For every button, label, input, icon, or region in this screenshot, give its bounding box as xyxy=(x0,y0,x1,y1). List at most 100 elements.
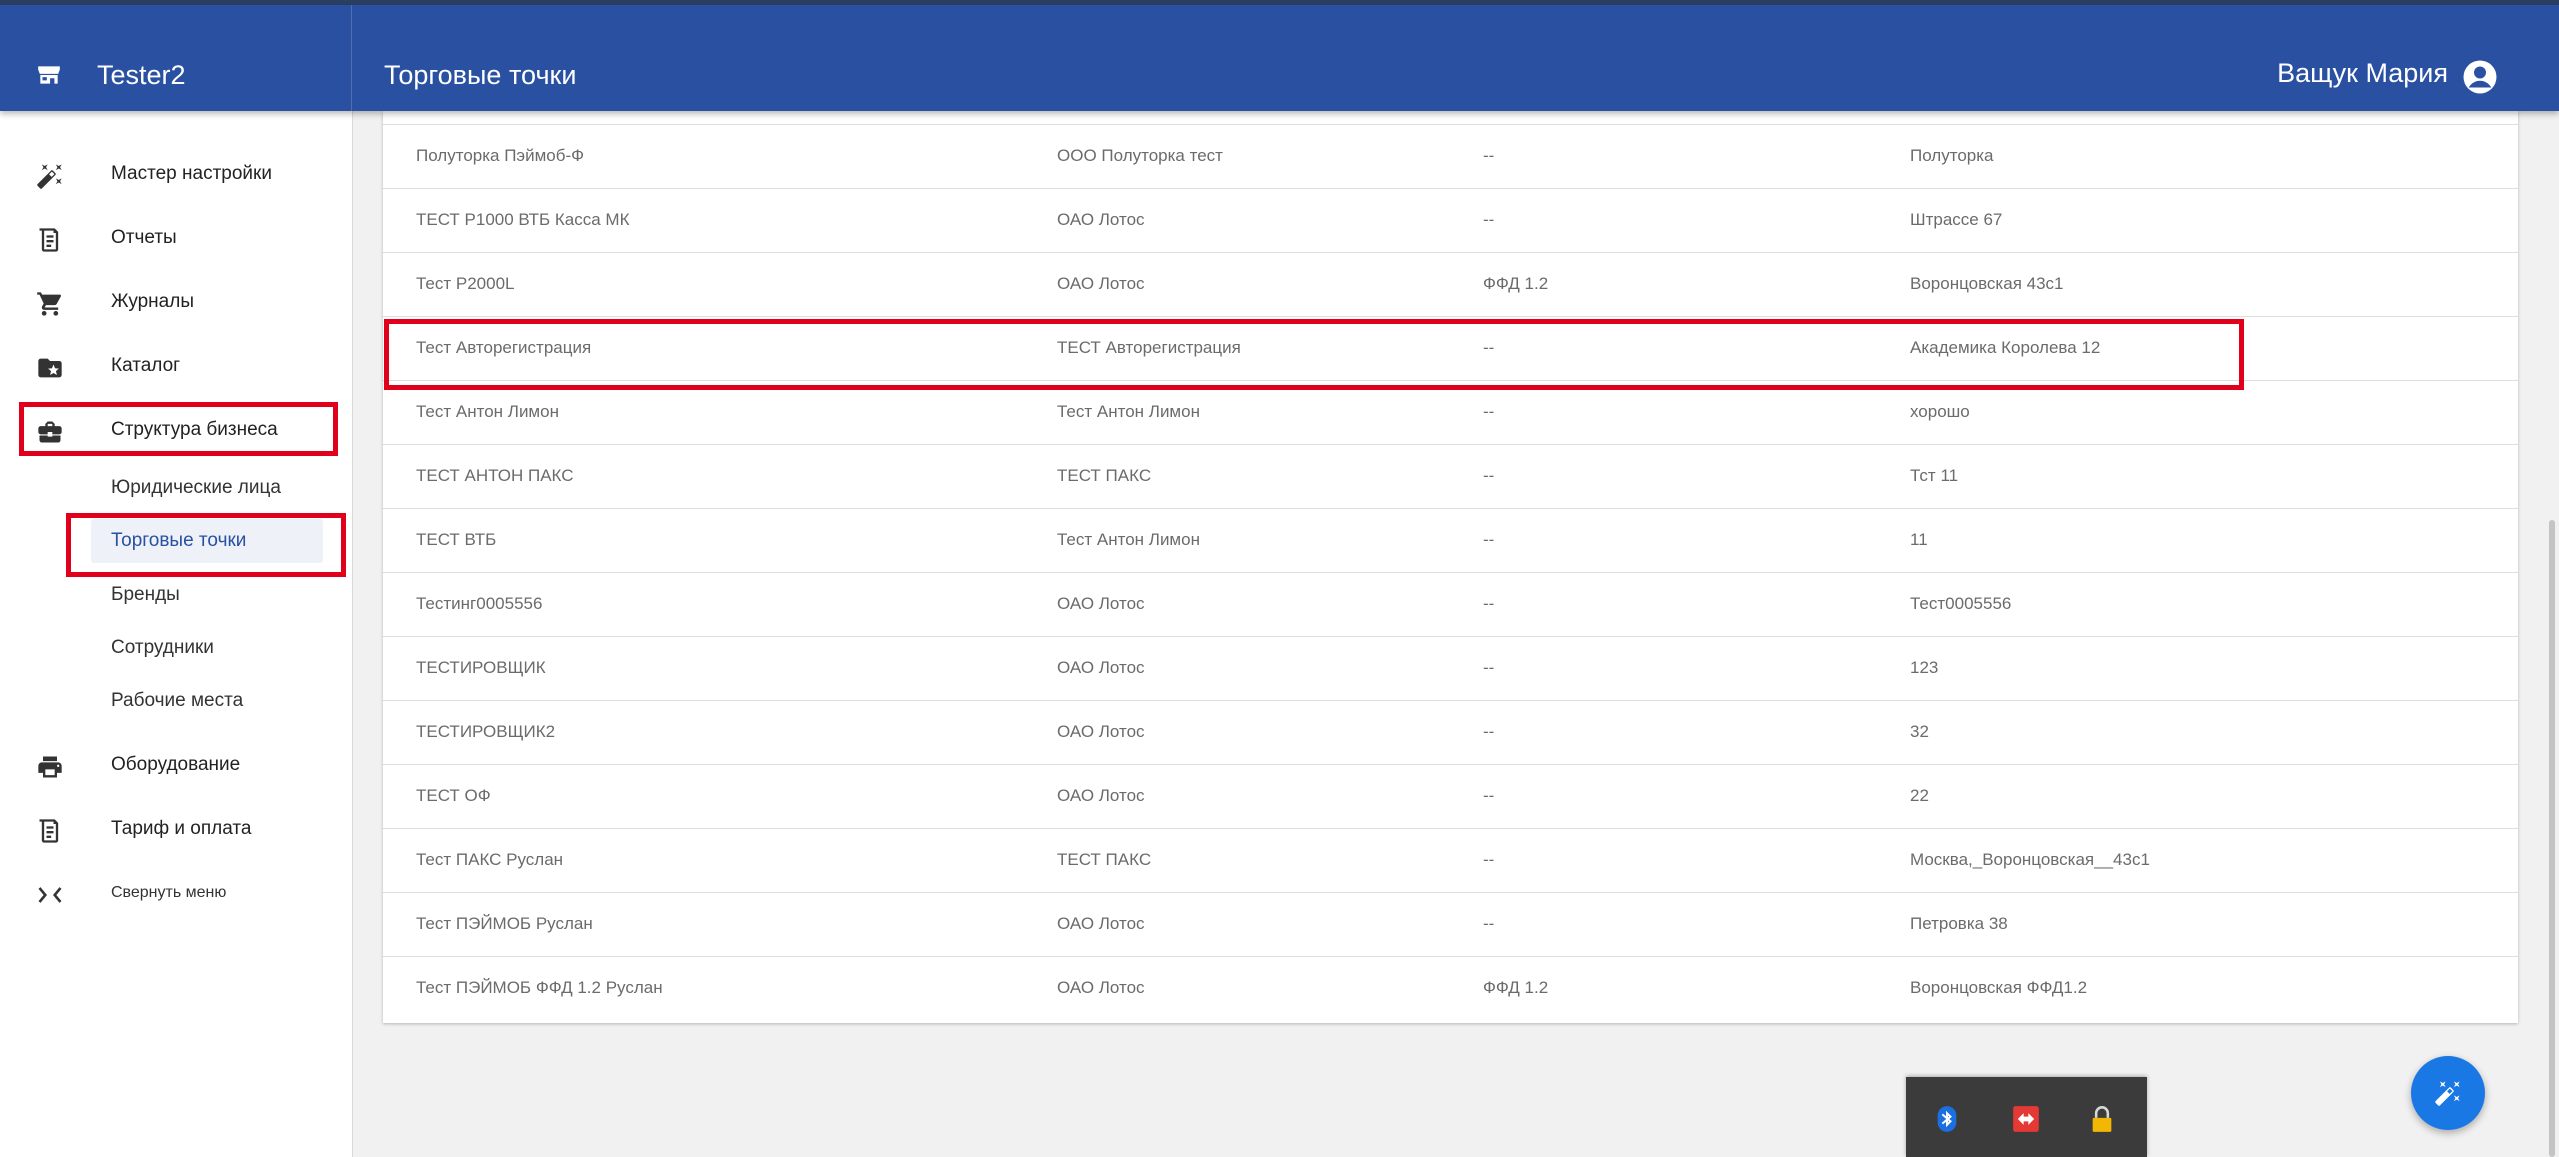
cell-outlet-name: ТЕСТ АНТОН ПАКС xyxy=(416,466,574,485)
cell-outlet-name: ТЕСТ ОФ xyxy=(416,786,491,805)
sidebar-item-label: Каталог xyxy=(111,355,181,376)
cell-ffd: -- xyxy=(1483,722,1495,741)
cell-outlet-name: Тест ПЭЙМОБ ФФД 1.2 Руслан xyxy=(416,978,663,997)
cell-ffd: -- xyxy=(1483,786,1495,805)
table-row[interactable]: ТЕСТ P1000 ВТБ Касса МК ОАО Лотос -- Штр… xyxy=(383,188,2518,253)
cell-address: 22 xyxy=(1910,786,1929,805)
cell-outlet-name: Тест Авторегистрация xyxy=(416,338,592,357)
setup-wizard-fab[interactable] xyxy=(2411,1056,2485,1130)
app-name[interactable]: Tester2 xyxy=(97,60,186,91)
table-row[interactable]: Полуторка Пэймоб-Ф ООО Полуторка тест --… xyxy=(383,124,2518,189)
sidebar-item-label: Свернуть меню xyxy=(111,884,227,901)
sidebar-subitem-legal-entities[interactable]: Юридические лица xyxy=(91,466,323,510)
cell-ffd: -- xyxy=(1483,338,1495,357)
cell-ffd: -- xyxy=(1483,146,1495,165)
user-name[interactable]: Ващук Мария xyxy=(2277,58,2448,89)
sidebar-item-business-structure[interactable]: Структура бизнеса xyxy=(0,405,352,455)
app-bar-brand: Tester2 xyxy=(0,5,352,111)
sidebar-item-label: Оборудование xyxy=(111,754,241,775)
cell-outlet-name: Полуторка Пэймоб-Ф xyxy=(416,146,585,165)
cell-outlet-name: ТЕСТ ВТБ xyxy=(416,530,497,549)
cell-legal-entity: ОАО Лотос xyxy=(1057,210,1145,229)
cell-address: Воронцовская 43с1 xyxy=(1910,274,2064,293)
cell-address: Тст 11 xyxy=(1910,466,1959,485)
table-row[interactable]: Тест ПАКС Руслан ТЕСТ ПАКС -- Москва,_Во… xyxy=(383,828,2518,893)
table-row[interactable]: Тест ПЭЙМОБ ФФД 1.2 Руслан ОАО Лотос ФФД… xyxy=(383,956,2518,1021)
cell-outlet-name: ТЕСТИРОВЩИК2 xyxy=(416,722,556,741)
cell-address: Воронцовская ФФД1.2 xyxy=(1910,978,2088,997)
cell-ffd: -- xyxy=(1483,210,1495,229)
table-row[interactable]: Тест P2000L ОАО Лотос ФФД 1.2 Воронцовск… xyxy=(383,252,2518,317)
lock-icon[interactable] xyxy=(2088,1105,2116,1133)
account-circle-icon[interactable] xyxy=(2462,59,2498,95)
page-title: Торговые точки xyxy=(384,60,577,90)
store-icon xyxy=(38,66,60,84)
cell-legal-entity: ТЕСТ Авторегистрация xyxy=(1057,338,1241,357)
sidebar-item-label: Мастер настройки xyxy=(111,163,272,184)
app-bar: Tester2 Торговые точки Ващук Мария xyxy=(0,5,2559,111)
cell-ffd: -- xyxy=(1483,530,1495,549)
sidebar-item-journals[interactable]: Журналы xyxy=(0,277,352,327)
cell-ffd: -- xyxy=(1483,402,1495,421)
table-row[interactable]: ТЕСТИРОВЩИК2 ОАО Лотос -- 32 xyxy=(383,700,2518,765)
cell-legal-entity: ООО Полуторка тест xyxy=(1057,146,1223,165)
cell-address: хорошо xyxy=(1910,402,1970,421)
cell-legal-entity: Тест Антон Лимон xyxy=(1057,402,1200,421)
cart-icon xyxy=(37,292,62,316)
sidebar-subitem-workplaces[interactable]: Рабочие места xyxy=(91,679,323,723)
sidebar-subitem-label: Рабочие места xyxy=(111,690,244,711)
sidebar-collapse-menu[interactable]: Свернуть меню xyxy=(0,868,352,918)
cell-ffd: -- xyxy=(1483,466,1495,485)
sidebar-subitem-brands[interactable]: Бренды xyxy=(91,573,323,617)
remote-desktop-icon[interactable] xyxy=(2012,1105,2040,1133)
sidebar-item-label: Структура бизнеса xyxy=(111,419,278,440)
cell-address: Москва,_Воронцовская__43с1 xyxy=(1910,850,2150,869)
cell-ffd: ФФД 1.2 xyxy=(1483,978,1549,997)
sidebar-item-equipment[interactable]: Оборудование xyxy=(0,740,352,790)
cell-address: 32 xyxy=(1910,722,1929,741)
sidebar-subitem-employees[interactable]: Сотрудники xyxy=(91,626,323,670)
sidebar-item-tariff[interactable]: Тариф и оплата xyxy=(0,804,352,854)
sidebar-subitem-label: Бренды xyxy=(111,584,180,605)
sidebar-item-label: Отчеты xyxy=(111,227,177,248)
cell-legal-entity: Тест Антон Лимон xyxy=(1057,530,1200,549)
sidebar-subitem-label: Юридические лица xyxy=(111,477,281,498)
bluetooth-icon[interactable] xyxy=(1933,1105,1961,1133)
cell-outlet-name: Тестинг0005556 xyxy=(416,594,543,613)
table-row[interactable]: Тест Авторегистрация ТЕСТ Авторегистраци… xyxy=(383,316,2518,381)
sidebar-item-setup-wizard[interactable]: Мастер настройки xyxy=(0,149,352,199)
table-row[interactable]: ТЕСТ АНТОН ПАКС ТЕСТ ПАКС -- Тст 11 xyxy=(383,444,2518,509)
table-row[interactable]: Тестинг0005556 ОАО Лотос -- Тест0005556 xyxy=(383,572,2518,637)
cell-ffd: -- xyxy=(1483,594,1495,613)
briefcase-icon xyxy=(38,421,62,443)
outlets-table: Полуторка Пэймоб-Ф ООО Полуторка тест --… xyxy=(383,111,2518,1023)
receipt-icon xyxy=(39,228,59,252)
cell-ffd: ФФД 1.2 xyxy=(1483,274,1549,293)
cell-legal-entity: ТЕСТ ПАКС xyxy=(1057,466,1152,485)
table-row[interactable]: ТЕСТ ОФ ОАО Лотос -- 22 xyxy=(383,764,2518,829)
cell-address: Петровка 38 xyxy=(1910,914,2008,933)
cell-legal-entity: ОАО Лотос xyxy=(1057,274,1145,293)
table-row[interactable]: Тест ПЭЙМОБ Руслан ОАО Лотос -- Петровка… xyxy=(383,892,2518,957)
sidebar: Мастер настройки Отчеты Журналы Каталог … xyxy=(0,111,353,1157)
sidebar-subitem-outlets[interactable]: Торговые точки xyxy=(91,519,323,563)
table-row[interactable]: ТЕСТИРОВЩИК ОАО Лотос -- 123 xyxy=(383,636,2518,701)
sidebar-subitem-label: Торговые точки xyxy=(111,530,247,551)
cell-address: Полуторка xyxy=(1910,146,1994,165)
sidebar-subitem-label: Сотрудники xyxy=(111,637,214,658)
cell-address: Тест0005556 xyxy=(1910,594,2012,613)
sidebar-item-reports[interactable]: Отчеты xyxy=(0,213,352,263)
cell-address: 123 xyxy=(1910,658,1939,677)
table-row[interactable]: Тест Антон Лимон Тест Антон Лимон -- хор… xyxy=(383,380,2518,445)
table-row[interactable]: ТЕСТ ВТБ Тест Антон Лимон -- 11 xyxy=(383,508,2518,573)
cell-outlet-name: Тест P2000L xyxy=(416,274,515,293)
sidebar-item-catalog[interactable]: Каталог xyxy=(0,341,352,391)
sidebar-item-label: Тариф и оплата xyxy=(111,818,252,839)
collapse-icon xyxy=(38,887,62,903)
printer-icon xyxy=(38,756,62,778)
cell-address: 11 xyxy=(1910,530,1928,549)
folder-star-icon xyxy=(38,358,62,378)
system-tray xyxy=(1906,1077,2147,1157)
cell-outlet-name: Тест Антон Лимон xyxy=(416,402,559,421)
page-scrollbar[interactable] xyxy=(2549,520,2555,1157)
